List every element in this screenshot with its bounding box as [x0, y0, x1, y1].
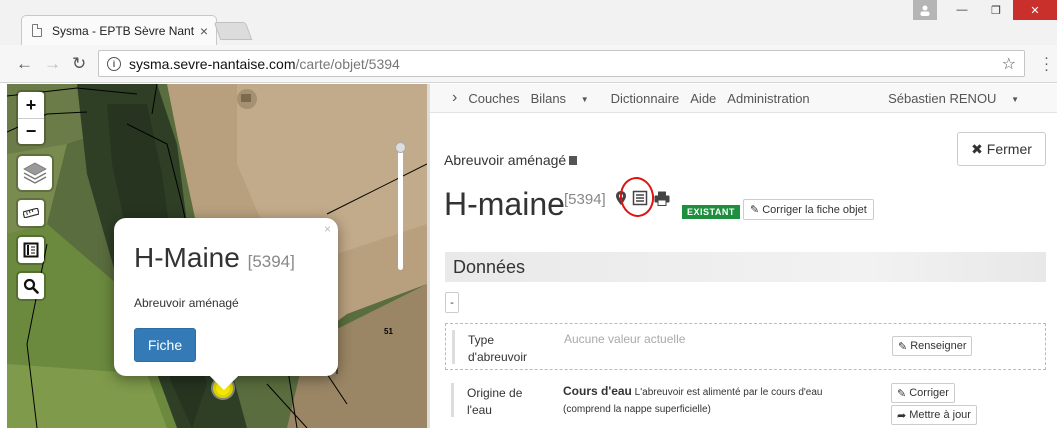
- tab-title: Sysma - EPTB Sèvre Nant: [52, 23, 195, 38]
- row-accent-bar: [452, 330, 455, 364]
- browser-tabstrip: Sysma - EPTB Sèvre Nant × — ❐ ✕: [0, 0, 1057, 45]
- row-value-bold: Cours d'eau: [563, 384, 632, 398]
- opacity-slider-handle[interactable]: [395, 142, 406, 153]
- row-label: Origine de l'eau: [467, 386, 523, 417]
- restore-button[interactable]: ❐: [979, 0, 1013, 20]
- pencil-icon: ✎: [898, 340, 908, 353]
- popup-object-type: Abreuvoir aménagé: [134, 296, 239, 310]
- popup-object-id: [5394]: [247, 252, 295, 271]
- donnees-section-header: Données: [445, 252, 1046, 282]
- legend-button[interactable]: [18, 237, 44, 263]
- user-profile-icon[interactable]: [913, 0, 937, 20]
- reload-icon[interactable]: ↻: [72, 54, 86, 74]
- nav-item-aide[interactable]: Aide: [690, 91, 716, 106]
- row-label: Type d'abreuvoir: [468, 333, 527, 364]
- address-bar[interactable]: i sysma.sevre-nantaise.com /carte/objet/…: [98, 50, 1025, 77]
- status-badge: EXISTANT: [682, 205, 740, 219]
- popup-title: H-Maine: [134, 242, 240, 273]
- object-panel: › Couches Bilans ▼ Dictionnaire Aide Adm…: [430, 84, 1057, 428]
- new-tab-button[interactable]: [213, 22, 253, 40]
- opacity-slider[interactable]: [398, 146, 403, 270]
- url-host: sysma.sevre-nantaise.com: [129, 55, 296, 72]
- mettre-a-jour-button[interactable]: ➦ Mettre à jour: [891, 405, 977, 425]
- search-icon: [23, 278, 39, 294]
- bookmark-star-icon[interactable]: ☆: [1002, 54, 1016, 74]
- annotation-circle: [617, 174, 657, 220]
- nav-item-dictionnaire[interactable]: Dictionnaire: [611, 91, 680, 106]
- row-value: Aucune valeur actuelle: [564, 332, 686, 346]
- zoom-control: + −: [18, 92, 44, 144]
- user-menu[interactable]: Sébastien RENOU ▼: [888, 91, 1030, 106]
- zoom-out-button[interactable]: −: [18, 118, 44, 144]
- minimize-button[interactable]: —: [945, 0, 979, 20]
- window-controls: — ❐ ✕: [913, 0, 1057, 20]
- corriger-button[interactable]: ✎ Corriger: [891, 383, 955, 403]
- collapse-button[interactable]: -: [445, 292, 459, 313]
- fermer-button[interactable]: ✖ Fermer: [957, 132, 1046, 166]
- map-popup: × H-Maine [5394] Abreuvoir aménagé Fiche: [114, 218, 338, 376]
- type-square-icon: [569, 156, 578, 165]
- data-row-origine-eau: Origine de l'eau Cours d'eau L'abreuvoir…: [445, 377, 1046, 428]
- nav-item-administration[interactable]: Administration: [727, 91, 809, 106]
- window-close-button[interactable]: ✕: [1013, 0, 1057, 20]
- browser-toolbar: ← → ↻ i sysma.sevre-nantaise.com /carte/…: [0, 45, 1057, 83]
- map-view[interactable]: + − 51 × H-Maine [5394] Abreuvoir aménag…: [7, 84, 427, 428]
- print-icon[interactable]: [654, 191, 670, 206]
- measure-button[interactable]: [18, 200, 44, 226]
- back-icon[interactable]: ←: [16, 54, 33, 74]
- row-value: Cours d'eau L'abreuvoir est alimenté par…: [563, 383, 863, 418]
- tab-close-icon[interactable]: ×: [200, 23, 208, 39]
- caret-down-icon: ▼: [1011, 94, 1019, 104]
- popup-close-icon[interactable]: ×: [324, 222, 331, 236]
- data-row-type-abreuvoir: Type d'abreuvoir Aucune valeur actuelle …: [445, 323, 1046, 370]
- nav-collapse-icon[interactable]: ›: [452, 89, 457, 107]
- popup-title-line: H-Maine [5394]: [134, 242, 318, 274]
- page-icon: [32, 24, 42, 37]
- renseigner-button[interactable]: ✎ Renseigner: [892, 336, 973, 356]
- caret-down-icon: ▼: [580, 94, 589, 104]
- layers-button[interactable]: [18, 156, 52, 190]
- browser-tab[interactable]: Sysma - EPTB Sèvre Nant ×: [21, 15, 217, 45]
- close-x-icon: ✖: [971, 140, 983, 157]
- url-path: /carte/objet/5394: [295, 55, 400, 72]
- layers-icon: [23, 162, 47, 184]
- object-title: H-maine: [444, 186, 565, 222]
- parcel-label: 51: [384, 327, 393, 336]
- info-icon[interactable]: i: [107, 56, 121, 71]
- top-navigation: › Couches Bilans ▼ Dictionnaire Aide Adm…: [430, 84, 1057, 113]
- pencil-icon: ✎: [897, 387, 907, 400]
- nav-item-couches[interactable]: Couches: [468, 91, 519, 106]
- object-id: [5394]: [564, 191, 606, 208]
- share-arrow-icon: ➦: [897, 409, 907, 422]
- forward-icon[interactable]: →: [44, 54, 61, 74]
- object-subtype: Abreuvoir aménagé: [444, 152, 578, 168]
- row-accent-bar: [451, 383, 454, 417]
- fiche-button[interactable]: Fiche: [134, 328, 196, 362]
- zoom-in-button[interactable]: +: [18, 92, 44, 118]
- book-icon: [23, 242, 39, 258]
- nav-item-bilans[interactable]: Bilans ▼: [531, 91, 600, 106]
- ruler-icon: [23, 208, 39, 218]
- browser-menu-icon[interactable]: · · ·: [1044, 50, 1049, 77]
- pencil-icon: ✎: [750, 204, 760, 216]
- corriger-fiche-button[interactable]: ✎ Corriger la fiche objet: [743, 199, 874, 220]
- search-map-button[interactable]: [18, 273, 44, 299]
